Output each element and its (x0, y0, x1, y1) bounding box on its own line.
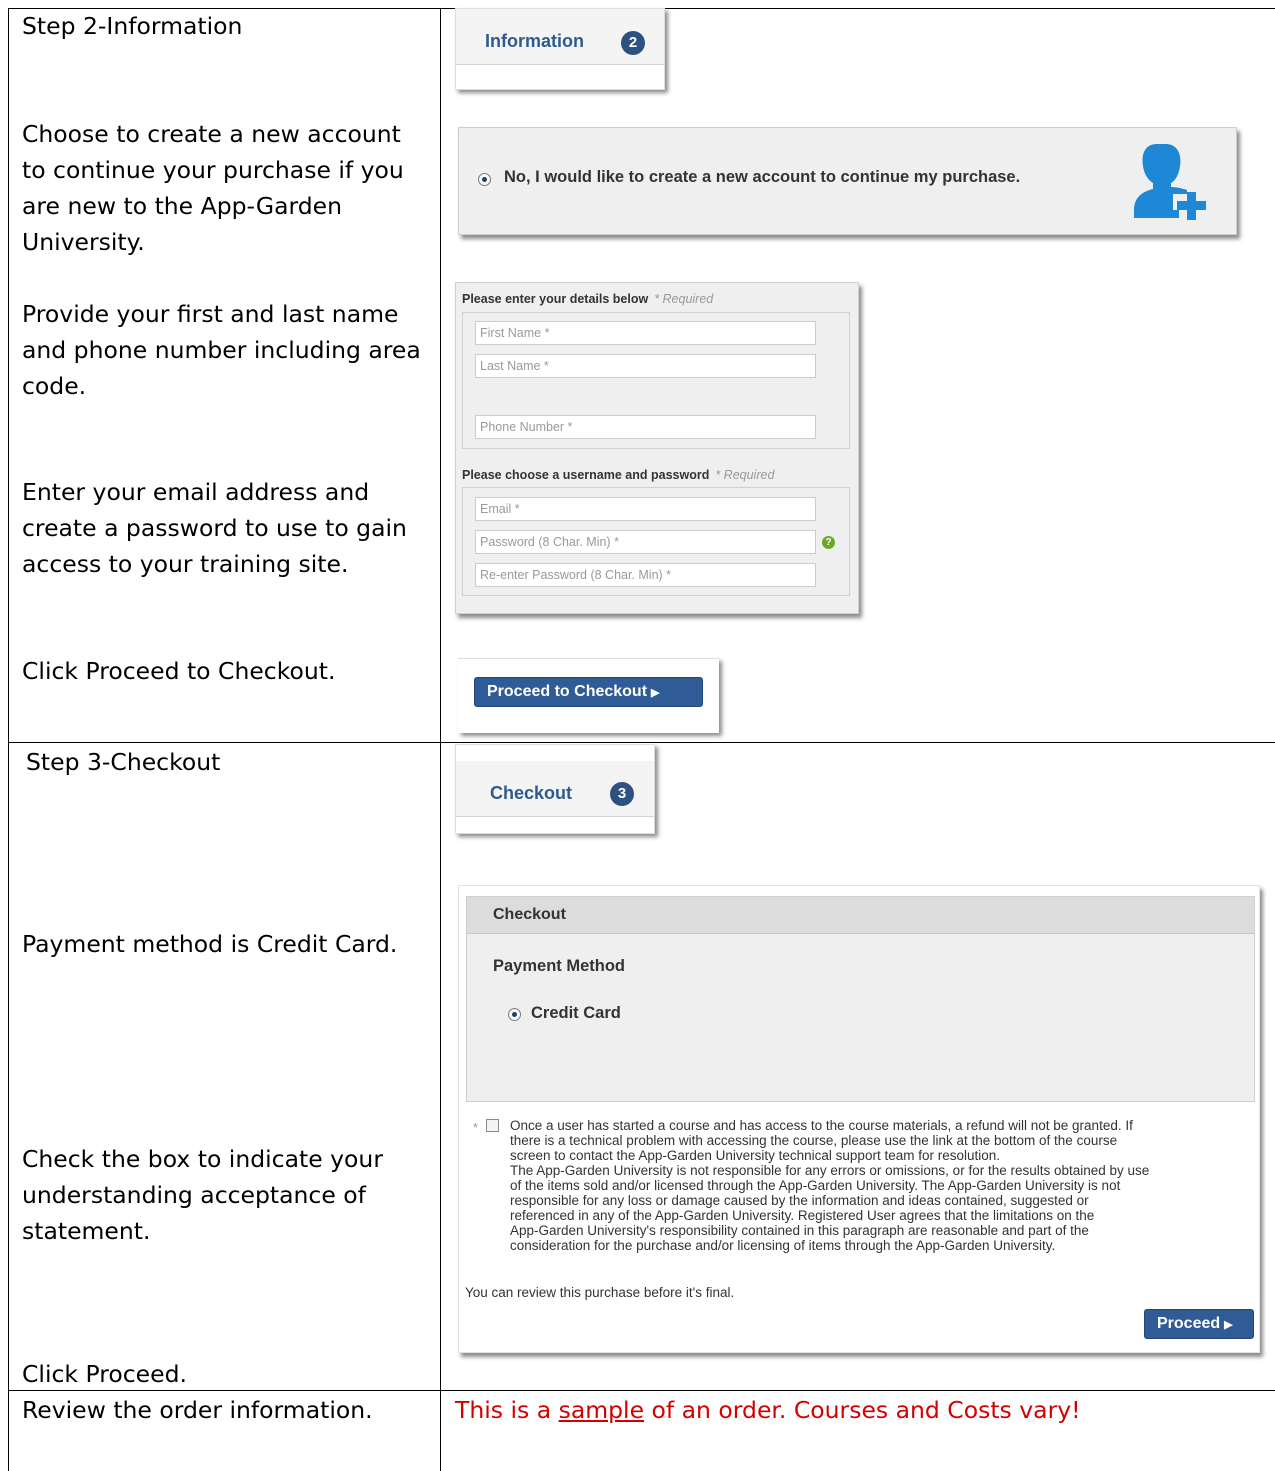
terms-line: screen to contact the App-Garden Univers… (510, 1148, 1001, 1163)
step2-heading: Step 2-Information (22, 12, 243, 40)
terms-text: Once a user has started a course and has… (510, 1118, 1255, 1253)
checkout-title: Checkout (493, 906, 566, 923)
new-account-option-panel[interactable]: No, I would like to create a new account… (458, 127, 1237, 235)
step-number-badge: 2 (621, 31, 645, 55)
email-field[interactable]: Email * (475, 497, 816, 521)
new-account-option-label: No, I would like to create a new account… (504, 168, 1021, 186)
terms-line: Once a user has started a course and has… (510, 1118, 1133, 1133)
details-required-note: * Required (654, 292, 714, 306)
proceed-label: Proceed (1157, 1315, 1221, 1332)
review-note: You can review this purchase before it's… (465, 1285, 735, 1300)
proceed-to-checkout-card: Proceed to Checkout ▶ (458, 658, 719, 733)
email-password-instruction: Enter your email address and create a pa… (22, 478, 407, 578)
add-user-icon (1134, 144, 1206, 220)
checkout-box: Checkout Payment Method Credit Card (466, 896, 1255, 1102)
account-details-form: Please enter your details below * Require… (455, 282, 859, 614)
terms-line: App-Garden University's responsibility c… (510, 1223, 1089, 1238)
checkout-tab-label: Checkout (490, 783, 573, 803)
password-field[interactable]: Password (8 Char. Min) * (475, 530, 816, 554)
proceed-button[interactable]: Proceed ▶ (1144, 1309, 1254, 1339)
table-row-divider-1 (8, 742, 1275, 743)
terms-line: of the items sold and/or licensed throug… (510, 1178, 1121, 1193)
proceed-checkout-instruction: Click Proceed to Checkout. (22, 657, 336, 685)
table-column-divider (440, 8, 441, 1471)
terms-checkbox[interactable] (486, 1119, 499, 1132)
checkout-section: Checkout Payment Method Credit Card * On… (458, 885, 1260, 1353)
terms-line: there is a technical problem with access… (510, 1133, 1118, 1148)
proceed-instruction: Click Proceed. (22, 1360, 187, 1388)
information-step-tab[interactable]: Information 2 (455, 8, 665, 90)
credentials-form-title: Please choose a username and password * R… (462, 468, 774, 482)
checkbox-instruction: Check the box to indicate your understan… (22, 1145, 383, 1245)
information-tab-label: Information (485, 31, 584, 51)
first-name-field[interactable]: First Name * (475, 321, 816, 345)
sample-note-underlined: sample (558, 1396, 645, 1424)
required-asterisk: * (473, 1120, 479, 1135)
step3-heading: Step 3-Checkout (26, 748, 221, 776)
table-border-left (8, 8, 9, 1471)
details-form-title: Please enter your details below * Require… (462, 292, 713, 306)
review-instruction: Review the order information. (22, 1396, 373, 1424)
proceed-to-checkout-button[interactable]: Proceed to Checkout ▶ (474, 677, 703, 707)
reenter-password-field[interactable]: Re-enter Password (8 Char. Min) * (475, 563, 816, 587)
sample-note-prefix: This is a (455, 1396, 559, 1424)
step-number-badge: 3 (610, 782, 634, 806)
details-form-title-text: Please enter your details below (462, 292, 649, 306)
password-help-icon[interactable]: ? (822, 536, 835, 549)
create-account-instruction: Choose to create a new account to contin… (22, 120, 404, 256)
terms-line: The App-Garden University is not respons… (510, 1163, 1150, 1178)
phone-number-field[interactable]: Phone Number * (475, 415, 816, 439)
terms-line: consideration for the purchase and/or li… (510, 1238, 1056, 1253)
new-account-radio[interactable] (478, 173, 491, 186)
checkout-step-tab[interactable]: Checkout 3 (455, 744, 655, 834)
checkout-header: Checkout (467, 897, 1254, 934)
credentials-form-title-text: Please choose a username and password (462, 468, 710, 482)
proceed-to-checkout-label: Proceed to Checkout (487, 683, 648, 700)
payment-instruction: Payment method is Credit Card. (22, 930, 398, 958)
chevron-right-icon: ▶ (651, 687, 660, 699)
payment-method-label: Payment Method (493, 957, 626, 975)
name-phone-instruction: Provide your first and last name and pho… (22, 300, 421, 400)
sample-note-suffix: of an order. Courses and Costs vary! (644, 1396, 1081, 1424)
terms-line: referenced in any of the App-Garden Univ… (510, 1208, 1095, 1223)
last-name-field[interactable]: Last Name * (475, 354, 816, 378)
credit-card-radio[interactable] (508, 1008, 521, 1021)
credit-card-label: Credit Card (531, 1004, 621, 1022)
terms-line: responsible for any loss or damage cause… (510, 1193, 1089, 1208)
credentials-required-note: * Required (715, 468, 775, 482)
sample-order-note: This is a sample of an order. Courses an… (455, 1392, 1081, 1428)
chevron-right-icon: ▶ (1224, 1319, 1233, 1331)
